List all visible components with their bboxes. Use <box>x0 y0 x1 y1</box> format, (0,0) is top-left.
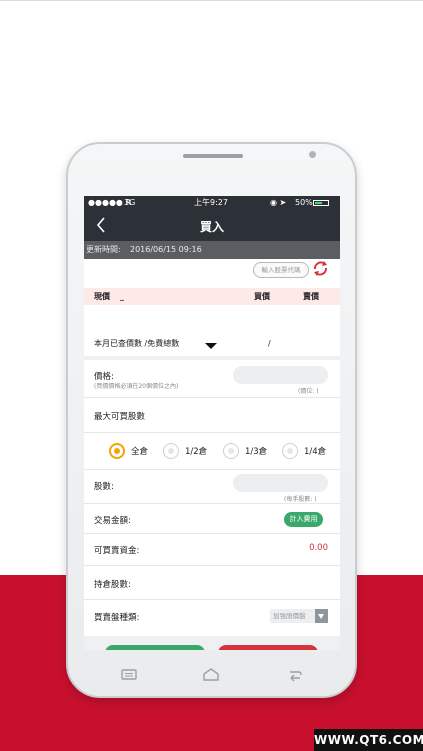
watermark: WWW.QT6.COM <box>314 729 423 751</box>
phone-camera <box>309 151 316 158</box>
order-type-select[interactable]: 加強限價盤 <box>270 609 328 623</box>
shares-label: 股數: <box>94 482 114 492</box>
radio-full-label: 全倉 <box>131 447 149 457</box>
radio-selected-dot <box>114 448 120 454</box>
trade-amount-label: 交易金額: <box>94 516 131 526</box>
menu-icon[interactable] <box>119 666 139 682</box>
battery-icon <box>313 200 329 206</box>
holding-label: 持倉股數: <box>94 580 131 590</box>
nav-bar: 買入 <box>84 210 340 241</box>
ask-price-label: 賣價 <box>303 292 319 301</box>
monthly-quote-divider: / <box>268 339 271 348</box>
include-fee-button[interactable]: 計入費用 <box>284 512 323 527</box>
stock-code-input[interactable]: 輸入股票代碼 <box>253 262 309 278</box>
radio-third[interactable] <box>223 443 239 459</box>
current-price-value: _ <box>120 292 124 301</box>
available-cash-value: 0.00 <box>309 543 328 553</box>
update-time-value: 2016/06/15 09:16 <box>130 245 202 254</box>
position-size-options: 全倉 1/2倉 1/3倉 1/4倉 <box>84 433 340 470</box>
refresh-icon[interactable] <box>312 260 329 277</box>
bid-price-label: 買價 <box>254 292 270 301</box>
update-time-label: 更新時間: <box>86 245 121 254</box>
monthly-quote-label: 本月已查價數 /免費總數 <box>94 339 180 348</box>
page-title: 買入 <box>199 220 224 234</box>
dropdown-arrow-icon <box>315 609 328 623</box>
radio-quarter-label: 1/4倉 <box>304 447 327 457</box>
network-type: 3G <box>124 198 136 207</box>
status-time: 上午9:27 <box>194 198 228 207</box>
shares-row: 股數: (每手股數: ) <box>84 469 340 504</box>
lot-size-hint: (每手股數: ) <box>284 496 317 503</box>
quote-header: 現價 _ 買價 賣價 <box>84 288 340 305</box>
price-row: 價格: (買價價格必須在20個價位之內) (價位: ) <box>84 360 340 398</box>
holding-row: 持倉股數: <box>84 566 340 600</box>
location-icon: ◉ ➤ <box>270 198 287 207</box>
price-hint: (買價價格必須在20個價位之內) <box>94 383 179 390</box>
radio-empty-dot <box>168 448 174 454</box>
phone-screen: ●●●●● R 3G 上午9:27 ◉ ➤ 50% 買入 更新時間: 2016/… <box>84 196 340 650</box>
phone-speaker <box>183 154 243 158</box>
radio-third-label: 1/3倉 <box>245 447 268 457</box>
max-shares-label: 最大可買股數 <box>94 412 146 422</box>
available-cash-row: 可買賣資金: <box>84 534 340 566</box>
battery-percent: 50% <box>295 198 313 207</box>
price-unit-hint: (價位: ) <box>298 388 319 395</box>
phone-soft-keys <box>66 660 357 690</box>
update-time-bar: 更新時間: 2016/06/15 09:16 <box>84 241 340 259</box>
radio-empty-dot <box>287 448 293 454</box>
current-price-label: 現價 <box>94 292 110 301</box>
back-arrow-icon[interactable] <box>284 666 304 682</box>
sell-button[interactable] <box>218 645 318 650</box>
dropdown-triangle-icon[interactable] <box>205 343 217 349</box>
shares-input[interactable] <box>233 474 328 492</box>
status-bar: ●●●●● R 3G 上午9:27 ◉ ➤ 50% <box>84 196 340 210</box>
radio-half-label: 1/2倉 <box>185 447 208 457</box>
available-cash-label: 可買賣資金: <box>94 546 140 556</box>
home-icon[interactable] <box>201 666 221 682</box>
buy-button[interactable] <box>105 645 205 650</box>
max-shares-row: 最大可買股數 <box>84 398 340 433</box>
radio-quarter[interactable] <box>282 443 298 459</box>
radio-full[interactable] <box>109 443 125 459</box>
order-type-label: 買賣盤種類: <box>94 613 140 623</box>
radio-half[interactable] <box>163 443 179 459</box>
top-divider <box>0 0 423 1</box>
order-type-value: 加強限價盤 <box>273 612 306 620</box>
radio-empty-dot <box>228 448 234 454</box>
price-input[interactable] <box>233 366 328 384</box>
